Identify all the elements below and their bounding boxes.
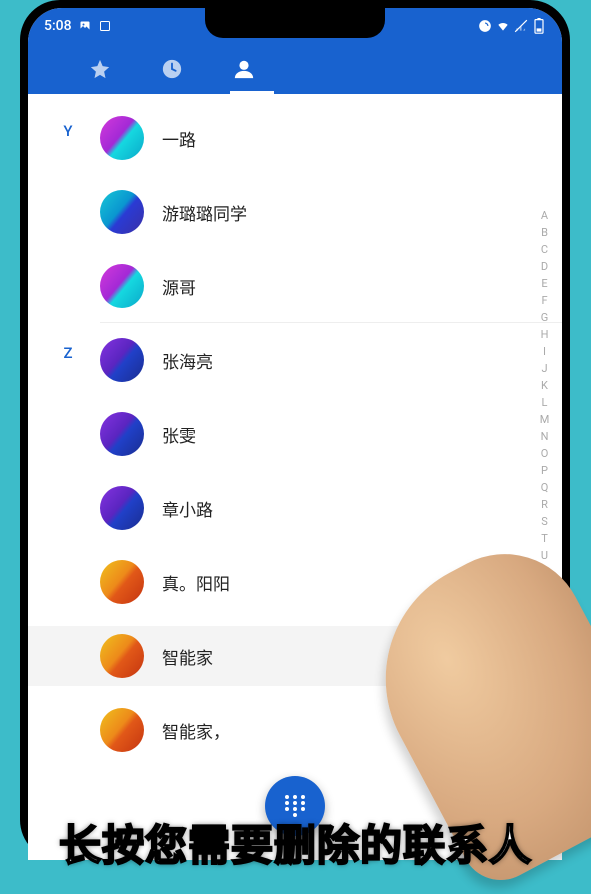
contact-name: 真。阳阳 bbox=[162, 570, 230, 595]
contact-name: 智能家， bbox=[162, 718, 230, 743]
index-letter[interactable]: A bbox=[538, 209, 552, 226]
battery-icon bbox=[532, 19, 546, 33]
section-header-z: Z bbox=[58, 344, 78, 362]
contact-row[interactable]: 章小路 bbox=[100, 478, 502, 538]
index-letter[interactable]: B bbox=[538, 226, 552, 243]
index-letter[interactable]: G bbox=[538, 311, 552, 328]
index-letter[interactable]: H bbox=[538, 328, 552, 345]
nfc-icon bbox=[478, 19, 492, 33]
index-letter[interactable]: F bbox=[538, 294, 552, 311]
contact-avatar bbox=[100, 708, 144, 752]
index-letter[interactable]: D bbox=[538, 260, 552, 277]
index-letter[interactable]: S bbox=[538, 515, 552, 532]
tab-recents[interactable] bbox=[136, 44, 208, 94]
contact-row[interactable]: 源哥 bbox=[100, 256, 502, 316]
index-letter[interactable]: Q bbox=[538, 481, 552, 498]
contact-avatar bbox=[100, 486, 144, 530]
wifi-icon bbox=[496, 19, 510, 33]
contact-avatar bbox=[100, 412, 144, 456]
tab-bar bbox=[28, 44, 562, 94]
index-letter[interactable]: L bbox=[538, 396, 552, 413]
index-letter[interactable]: C bbox=[538, 243, 552, 260]
tab-contacts[interactable] bbox=[208, 44, 280, 94]
section-header-y: Y bbox=[58, 122, 78, 140]
index-letter[interactable]: K bbox=[538, 379, 552, 396]
contact-name: 智能家 bbox=[162, 644, 213, 669]
index-letter[interactable]: M bbox=[538, 413, 552, 430]
index-letter[interactable]: I bbox=[538, 345, 552, 362]
contact-name: 张雯 bbox=[162, 422, 196, 447]
index-letter[interactable]: N bbox=[538, 430, 552, 447]
caption-text: 长按您需要删除的联系人 bbox=[0, 812, 591, 873]
status-time: 5:08 bbox=[44, 18, 72, 34]
contact-avatar bbox=[100, 338, 144, 382]
index-letter[interactable]: R bbox=[538, 498, 552, 515]
display-notch bbox=[205, 8, 385, 38]
contact-name: 源哥 bbox=[162, 274, 196, 299]
contact-name: 张海亮 bbox=[162, 348, 213, 373]
signal-off-icon bbox=[514, 19, 528, 33]
picture-icon bbox=[78, 19, 92, 33]
contact-name: 游璐璐同学 bbox=[162, 200, 247, 225]
tab-favorites[interactable] bbox=[64, 44, 136, 94]
section-divider bbox=[100, 322, 562, 323]
contact-avatar bbox=[100, 116, 144, 160]
index-letter[interactable]: E bbox=[538, 277, 552, 294]
contact-row[interactable]: 张海亮 bbox=[100, 330, 502, 390]
index-letter[interactable]: T bbox=[538, 532, 552, 549]
contact-name: 章小路 bbox=[162, 496, 213, 521]
contact-avatar bbox=[100, 190, 144, 234]
contact-row[interactable]: 张雯 bbox=[100, 404, 502, 464]
contact-row[interactable]: 一路 bbox=[100, 108, 502, 168]
index-letter[interactable]: P bbox=[538, 464, 552, 481]
contact-avatar bbox=[100, 634, 144, 678]
index-letter[interactable]: J bbox=[538, 362, 552, 379]
contact-avatar bbox=[100, 264, 144, 308]
contact-avatar bbox=[100, 560, 144, 604]
contact-name: 一路 bbox=[162, 126, 196, 151]
app-icon bbox=[98, 19, 112, 33]
index-letter[interactable]: O bbox=[538, 447, 552, 464]
contact-row[interactable]: 游璐璐同学 bbox=[100, 182, 502, 242]
